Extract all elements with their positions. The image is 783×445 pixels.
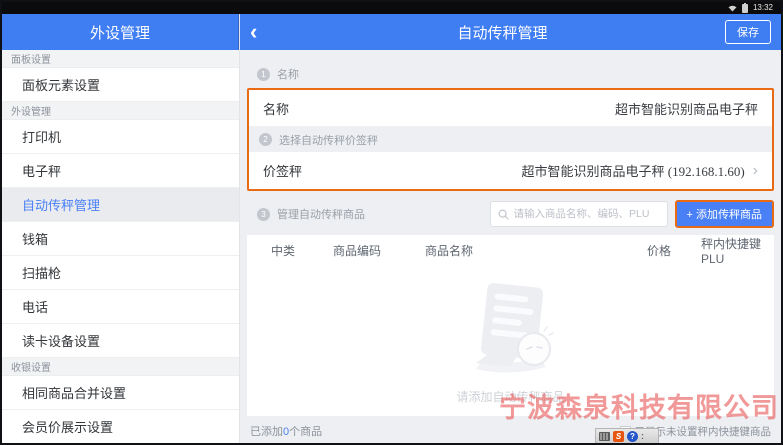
- keyboard-icon[interactable]: [599, 432, 610, 441]
- step-2-label: 选择自动传秤价签秤: [279, 132, 378, 148]
- battery-icon: [742, 4, 748, 13]
- ime-toolbar[interactable]: S ? :: [595, 428, 659, 443]
- step-3-header: 3 管理自动传秤商品: [257, 206, 365, 222]
- sidebar-item-phone[interactable]: 电话: [2, 290, 239, 324]
- help-icon[interactable]: ?: [627, 431, 638, 442]
- step-3-label: 管理自动传秤商品: [277, 206, 365, 222]
- scale-row-label: 价签秤: [263, 161, 302, 180]
- product-search-box[interactable]: [490, 201, 668, 227]
- save-button[interactable]: 保存: [725, 20, 771, 44]
- table-footer: 已添加0个商品 只显示未设置秤内快捷键商品: [247, 423, 774, 439]
- col-category: 中类: [271, 242, 333, 259]
- sidebar-item-scanner[interactable]: 扫描枪: [2, 256, 239, 290]
- sogou-input-icon[interactable]: S: [613, 431, 624, 442]
- search-icon: [498, 209, 509, 220]
- main-panel: ‹ 自动传秤管理 保存 1 名称 名称 超市智能识别商品电子秤 2 选择自动传: [240, 14, 781, 443]
- col-product-code: 商品编码: [333, 242, 425, 259]
- sidebar-item-merge-same-products[interactable]: 相同商品合并设置: [2, 376, 239, 410]
- added-suffix: 个商品: [289, 426, 322, 438]
- chevron-right-icon: ›: [753, 163, 758, 179]
- name-row-label: 名称: [263, 99, 289, 118]
- step-3-icon: 3: [257, 208, 270, 221]
- sidebar-item-member-price-display[interactable]: 会员价展示设置: [2, 410, 239, 443]
- scale-select-row[interactable]: 价签秤 超市智能识别商品电子秤 (192.168.1.60) ›: [249, 152, 772, 189]
- back-button[interactable]: ‹: [250, 21, 280, 43]
- add-scale-product-button[interactable]: + 添加传秤商品: [677, 202, 772, 226]
- name-row[interactable]: 名称 超市智能识别商品电子秤: [249, 90, 772, 127]
- main-body: 1 名称 名称 超市智能识别商品电子秤 2 选择自动传秤价签秤 价签秤 超市智能…: [240, 50, 781, 443]
- scale-row-value: 超市智能识别商品电子秤 (192.168.1.60): [522, 161, 745, 180]
- main-header: ‹ 自动传秤管理 保存: [240, 14, 781, 50]
- col-price: 价格: [647, 242, 701, 259]
- step-1-icon: 1: [257, 68, 270, 81]
- sidebar: 外设管理 面板设置 面板元素设置 外设管理 打印机 电子秤 自动传秤管理 钱箱 …: [2, 14, 240, 443]
- step-1-header: 1 名称: [247, 64, 774, 84]
- sidebar-item-panel-elements[interactable]: 面板元素设置: [2, 68, 239, 102]
- added-count-text: 已添加0个商品: [250, 423, 322, 439]
- sidebar-item-printer[interactable]: 打印机: [2, 120, 239, 154]
- sidebar-section-peripherals: 外设管理: [2, 102, 239, 120]
- name-row-value: 超市智能识别商品电子秤: [615, 99, 758, 118]
- status-time: 13:32: [753, 4, 773, 12]
- sidebar-list: 面板设置 面板元素设置 外设管理 打印机 电子秤 自动传秤管理 钱箱 扫描枪 电…: [2, 50, 239, 443]
- products-table: 中类 商品编码 商品名称 价格 秤内快捷键PLU: [247, 235, 774, 416]
- sidebar-section-cashier: 收银设置: [2, 358, 239, 376]
- table-empty-state: 请添加自动传秤商品: [247, 265, 774, 416]
- add-button-highlight: + 添加传秤商品: [675, 200, 774, 228]
- sidebar-section-panel: 面板设置: [2, 50, 239, 68]
- ime-menu-icon[interactable]: :: [641, 432, 644, 441]
- empty-state-text: 请添加自动传秤商品: [456, 388, 564, 405]
- sidebar-title: 外设管理: [2, 14, 239, 50]
- highlighted-form-group: 名称 超市智能识别商品电子秤 2 选择自动传秤价签秤 价签秤 超市智能识别商品电…: [247, 88, 774, 191]
- step-2-icon: 2: [259, 133, 272, 146]
- sidebar-item-card-reader[interactable]: 读卡设备设置: [2, 324, 239, 358]
- sidebar-item-cash-drawer[interactable]: 钱箱: [2, 222, 239, 256]
- search-input[interactable]: [514, 208, 660, 220]
- step-2-header: 2 选择自动传秤价签秤: [249, 127, 772, 152]
- col-plu: 秤内快捷键PLU: [701, 235, 774, 266]
- sidebar-item-auto-scale-management[interactable]: 自动传秤管理: [2, 188, 239, 222]
- col-product-name: 商品名称: [425, 242, 647, 259]
- table-header-row: 中类 商品编码 商品名称 价格 秤内快捷键PLU: [247, 235, 774, 265]
- step-1-label: 名称: [277, 66, 299, 82]
- page-title: 自动传秤管理: [280, 22, 725, 43]
- products-toolbar: 3 管理自动传秤商品 + 添加传秤商品: [247, 200, 774, 228]
- added-prefix: 已添加: [250, 426, 283, 438]
- wifi-icon: [728, 5, 737, 12]
- app-frame: 13:32 外设管理 面板设置 面板元素设置 外设管理 打印机 电子秤 自动传秤…: [0, 0, 783, 445]
- sidebar-item-electronic-scale[interactable]: 电子秤: [2, 154, 239, 188]
- empty-state-illustration: [446, 277, 576, 382]
- status-bar: 13:32: [2, 2, 781, 14]
